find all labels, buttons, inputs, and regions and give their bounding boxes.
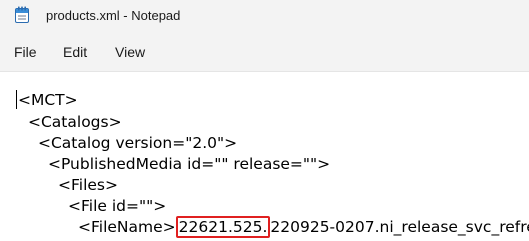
filename-tag: <FileName> [78,218,176,236]
code-line-files: <Files> [58,176,118,194]
menu-view[interactable]: View [115,44,145,60]
window-title: products.xml - Notepad [46,8,181,23]
notepad-icon [15,6,29,23]
text-caret [16,90,17,109]
version-highlight-box: 22621.525. [175,216,271,238]
code-line-publishedmedia: <PublishedMedia id="" release=""> [48,155,331,173]
text-editor[interactable]: <MCT> <Catalogs> <Catalog version="2.0">… [0,71,529,241]
notepad-window: products.xml - Notepad File Edit View <M… [0,0,529,241]
title-bar: products.xml - Notepad [0,0,529,31]
menu-file[interactable]: File [14,44,37,60]
code-line-catalogs: <Catalogs> [28,113,122,131]
filename-remainder: 220925-0207.ni_release_svc_refresh_C [270,218,529,236]
menu-bar: File Edit View [0,31,529,71]
code-line-filename: <FileName> 22621.525. 220925-0207.ni_relea… [78,216,529,238]
code-line-mct: <MCT> [18,91,78,109]
menu-edit[interactable]: Edit [63,44,87,60]
code-line-catalog: <Catalog version="2.0"> [38,134,238,152]
code-line-file: <File id=""> [68,197,167,215]
